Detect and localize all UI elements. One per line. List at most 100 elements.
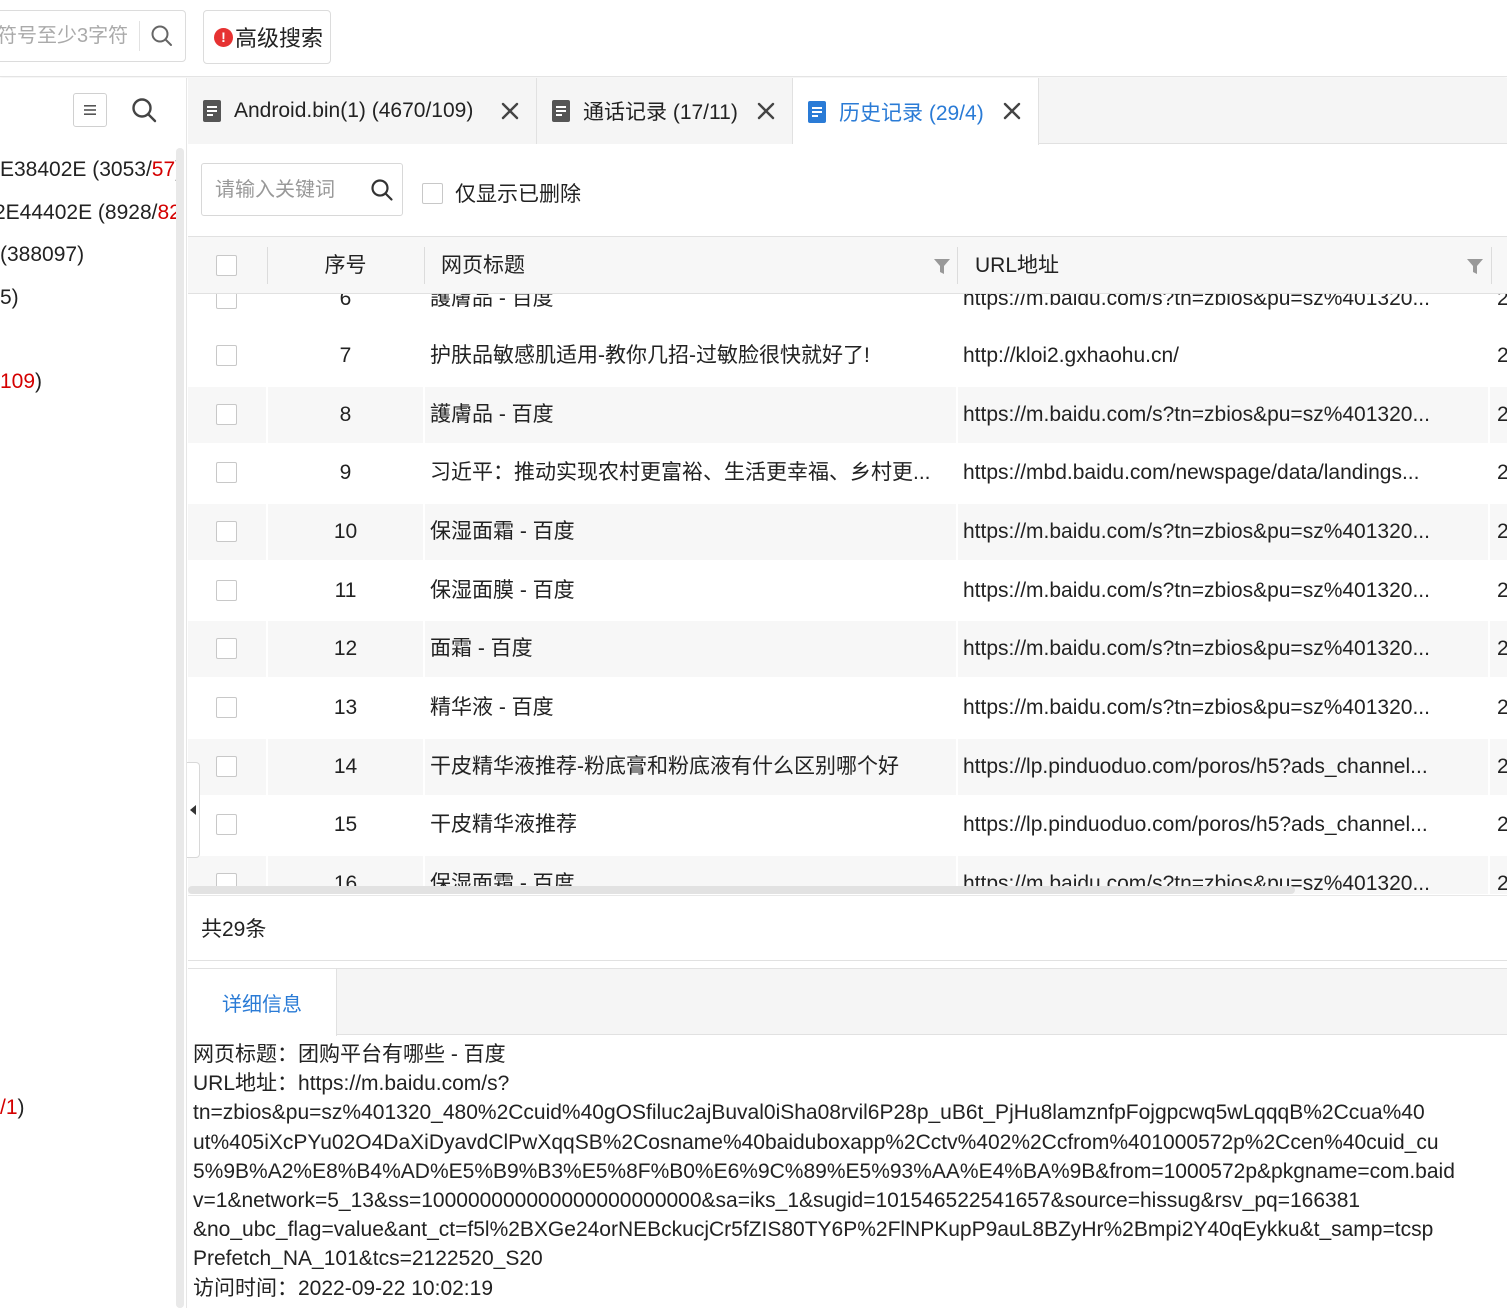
- tab-call-log[interactable]: 通话记录 (17/11): [537, 78, 793, 144]
- filter-icon[interactable]: [1466, 258, 1484, 275]
- row-title: 干皮精华液推荐: [430, 813, 577, 836]
- row-title: 保湿面霜 - 百度: [425, 504, 956, 560]
- row-checkbox[interactable]: [216, 814, 237, 835]
- tree-node[interactable]: 2E44402E (8928/82: [0, 197, 181, 229]
- detail-content: 网页标题：团购平台有哪些 - 百度 URL地址：https://m.baidu.…: [193, 1040, 1507, 1308]
- close-icon[interactable]: [754, 99, 778, 123]
- row-checkbox[interactable]: [216, 521, 237, 542]
- keyword-search-input[interactable]: [215, 174, 355, 206]
- detail-line: &no_ubc_flag=value&ant_ct=f5l%2BXGe24orN…: [193, 1218, 1434, 1242]
- row-checkbox[interactable]: [216, 580, 237, 601]
- row-seq: 8: [268, 387, 423, 443]
- checkbox[interactable]: [422, 182, 443, 204]
- tab-browser-history[interactable]: 历史记录 (29/4): [793, 78, 1039, 145]
- global-search-box: [0, 10, 186, 62]
- select-all-checkbox[interactable]: [216, 255, 237, 276]
- row-checkbox[interactable]: [216, 697, 237, 718]
- row-seq: 11: [334, 579, 357, 602]
- row-url: https://lp.pinduoduo.com/poros/h5?ads_ch…: [958, 739, 1488, 795]
- tree-node[interactable]: 5): [0, 282, 19, 314]
- row-extra: 2: [1490, 680, 1507, 736]
- tree-node[interactable]: E38402E (3053/57): [0, 154, 182, 186]
- close-icon[interactable]: [1000, 99, 1024, 123]
- total-count: 共29条: [201, 918, 267, 941]
- column-separator: [957, 247, 958, 284]
- tree-node[interactable]: ): [0, 1262, 1, 1294]
- row-seq: 14: [268, 739, 423, 795]
- document-icon: [808, 100, 826, 123]
- table-row[interactable]: 12 面霜 - 百度 https://m.baidu.com/s?tn=zbio…: [188, 621, 1507, 679]
- search-icon[interactable]: [149, 23, 175, 49]
- tree-node[interactable]: 109): [0, 366, 42, 398]
- menu-button[interactable]: [73, 93, 107, 127]
- warning-icon: !: [214, 27, 233, 47]
- detail-line: tn=zbios&pu=sz%401320_480%2Ccuid%40gOSfi…: [193, 1101, 1425, 1125]
- table-row[interactable]: 11 保湿面膜 - 百度 https://m.baidu.com/s?tn=zb…: [188, 563, 1507, 621]
- row-checkbox[interactable]: [216, 638, 237, 659]
- row-url: https://m.baidu.com/s?tn=zbios&pu=sz%401…: [958, 387, 1488, 443]
- row-title: 面霜 - 百度: [425, 621, 956, 677]
- row-title: 保湿面膜 - 百度: [430, 579, 575, 602]
- advanced-search-button[interactable]: ! 高级搜索: [203, 10, 331, 64]
- table-row[interactable]: 13 精华液 - 百度 https://m.baidu.com/s?tn=zbi…: [188, 680, 1507, 738]
- table-row[interactable]: 10 保湿面霜 - 百度 https://m.baidu.com/s?tn=zb…: [188, 504, 1507, 562]
- row-seq: 13: [333, 696, 358, 719]
- detail-line: ut%405iXcPYu02O4DaXiDyavdClPwXqqSB%2Cosn…: [193, 1130, 1439, 1154]
- tab-bar: Android.bin(1) (4670/109) 通话记录 (17/11) 历…: [188, 78, 1507, 145]
- tab-label: 历史记录 (29/4): [839, 101, 984, 125]
- table-row[interactable]: 9 习近平：推动实现农村更富裕、生活更幸福、乡村更... https://mbd…: [188, 445, 1507, 503]
- tree-scrollbar-thumb[interactable]: [176, 148, 184, 1308]
- column-header-url[interactable]: URL地址: [975, 237, 1059, 294]
- row-seq: 7: [339, 344, 352, 367]
- column-header-title[interactable]: 网页标题: [441, 237, 525, 294]
- tab-label: 通话记录 (17/11): [583, 101, 738, 124]
- row-extra: 2: [1490, 621, 1507, 677]
- list-menu-icon: [84, 105, 96, 115]
- detail-line: v=1&network=5_13&ss=10000000000000000000…: [193, 1189, 1361, 1213]
- table-row[interactable]: 15 干皮精华液推荐 https://lp.pinduoduo.com/poro…: [188, 797, 1507, 855]
- row-url: https://m.baidu.com/s?tn=zbios&pu=sz%401…: [958, 621, 1488, 677]
- tree-scrollbar[interactable]: [176, 148, 184, 1308]
- row-title: 護膚品 - 百度: [425, 387, 956, 443]
- row-url: http://kloi2.gxhaohu.cn/: [963, 344, 1179, 367]
- table-header: 序号 网页标题 URL地址: [188, 236, 1507, 294]
- document-icon: [552, 100, 570, 122]
- row-checkbox[interactable]: [216, 756, 237, 777]
- row-extra: 2: [1490, 504, 1507, 560]
- row-extra: 2: [1490, 856, 1507, 894]
- row-seq: 9: [339, 461, 352, 484]
- row-url: https://lp.pinduoduo.com/poros/h5?ads_ch…: [963, 813, 1428, 836]
- keyword-search-box: [201, 163, 403, 216]
- row-seq: 15: [333, 813, 358, 836]
- row-title: 精华液 - 百度: [430, 696, 554, 719]
- row-url: https://m.baidu.com/s?tn=zbios&pu=sz%401…: [963, 696, 1430, 719]
- show-deleted-only-checkbox[interactable]: 仅显示已删除: [422, 178, 581, 208]
- tab-android-bin[interactable]: Android.bin(1) (4670/109): [188, 78, 537, 144]
- collapse-panel-handle[interactable]: [187, 762, 200, 858]
- detail-line: 5%9B%A2%E8%B4%AD%E5%B9%B3%E5%8F%B0%E6%9C…: [193, 1159, 1455, 1183]
- row-checkbox[interactable]: [216, 345, 237, 366]
- horizontal-scrollbar[interactable]: [188, 886, 1295, 894]
- tree-node[interactable]: /1): [0, 1092, 25, 1124]
- row-checkbox[interactable]: [216, 462, 237, 483]
- tab-details[interactable]: 详细信息: [188, 969, 337, 1036]
- row-checkbox[interactable]: [216, 404, 237, 425]
- tree-node[interactable]: (388097): [0, 239, 84, 271]
- table-row[interactable]: 14 干皮精华液推荐-粉底膏和粉底液有什么区别哪个好 https://lp.pi…: [188, 739, 1507, 797]
- global-search-input[interactable]: [0, 19, 127, 53]
- table-row[interactable]: 8 護膚品 - 百度 https://m.baidu.com/s?tn=zbio…: [188, 387, 1507, 445]
- close-icon[interactable]: [498, 99, 522, 123]
- detail-line: 网页标题：团购平台有哪些 - 百度: [193, 1043, 506, 1066]
- row-title: 习近平：推动实现农村更富裕、生活更幸福、乡村更...: [430, 461, 931, 484]
- filter-icon[interactable]: [933, 258, 951, 275]
- tree-search-icon[interactable]: [130, 96, 158, 124]
- top-toolbar: ! 高级搜索: [0, 0, 1507, 77]
- search-icon[interactable]: [369, 177, 395, 203]
- row-url: https://m.baidu.com/s?tn=zbios&pu=sz%401…: [963, 579, 1430, 602]
- column-header-seq[interactable]: 序号: [268, 237, 423, 294]
- filter-bar: 仅显示已删除: [188, 145, 1507, 235]
- tab-label: Android.bin(1) (4670/109): [234, 99, 474, 122]
- table-row[interactable]: 7 护肤品敏感肌适用-教你几招-过敏脸很快就好了! http://kloi2.g…: [188, 328, 1507, 386]
- column-separator: [424, 247, 425, 284]
- row-extra: 2: [1490, 563, 1507, 619]
